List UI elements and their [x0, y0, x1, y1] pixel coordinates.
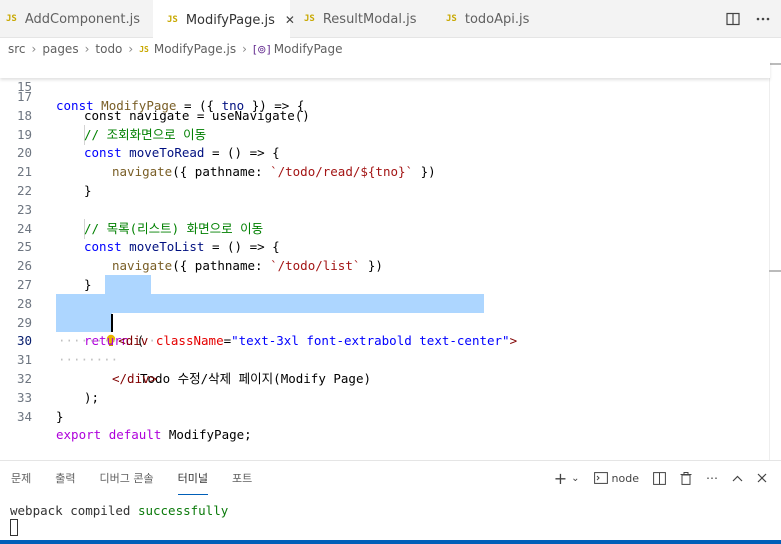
- code-token: }: [56, 408, 64, 424]
- code-token: default: [108, 427, 162, 443]
- breadcrumb-item-file[interactable]: ModifyPage.js: [154, 42, 236, 56]
- tab-addcomponent[interactable]: JS AddComponent.js: [0, 0, 148, 38]
- code-editor[interactable]: 15 const ModifyPage = ({ tno }) => { 17 …: [0, 60, 781, 460]
- breadcrumb-item-symbol[interactable]: ModifyPage: [274, 42, 343, 56]
- line-number: 34: [16, 408, 32, 424]
- tab-actions: [721, 0, 781, 38]
- terminal-text: webpack compiled: [10, 503, 138, 518]
- terminal-output[interactable]: webpack compiled successfully: [10, 503, 228, 518]
- terminal-name: node: [611, 471, 639, 485]
- chevron-right-icon: ›: [242, 42, 247, 56]
- terminal-status: successfully: [137, 503, 229, 518]
- code-token: export: [56, 427, 102, 443]
- tab-terminal[interactable]: 터미널: [177, 462, 208, 495]
- tab-label: ResultModal.js: [322, 11, 417, 27]
- chevron-up-icon[interactable]: [732, 475, 743, 482]
- code-line: 28 return (: [0, 276, 770, 349]
- code-line: 29 ········<div·className="text-3xl font…: [0, 295, 770, 349]
- tab-problems[interactable]: 문제: [11, 462, 31, 494]
- code-line: 32 );: [0, 351, 770, 405]
- close-icon[interactable]: [757, 473, 767, 483]
- tab-modifypage[interactable]: JS ModifyPage.js ✕: [153, 0, 295, 39]
- terminal-select[interactable]: node: [593, 471, 639, 485]
- tab-ports[interactable]: 포트: [232, 462, 252, 494]
- code-token: ModifyPage: [101, 97, 177, 113]
- code-line: 21 }: [0, 144, 770, 198]
- add-terminal-button[interactable]: +: [554, 469, 567, 488]
- js-file-icon: JS: [6, 14, 17, 24]
- tab-todoapi[interactable]: JS todoApi.js: [430, 0, 570, 38]
- js-file-icon: JS: [304, 14, 315, 24]
- code-token: = ({: [176, 97, 222, 113]
- code-token: ModifyPage;: [161, 427, 252, 443]
- code-token: tno: [221, 97, 245, 113]
- line-number: 15: [16, 78, 32, 94]
- chevron-right-icon: ›: [128, 42, 134, 56]
- vertical-scrollbar[interactable]: [769, 60, 781, 460]
- code-line: 31 </div>: [0, 332, 770, 386]
- code-line: 30 ········ Todo 수정/삭제 페이지(Modify Page): [0, 314, 770, 386]
- code-line: 34 export default ModifyPage;: [0, 389, 770, 443]
- terminal-cursor: [10, 519, 18, 536]
- split-terminal-icon[interactable]: [653, 471, 666, 485]
- trash-icon[interactable]: [680, 471, 692, 485]
- js-file-icon: JS: [446, 14, 457, 24]
- code-line: 26 }: [0, 238, 770, 292]
- js-file-icon: JS: [167, 15, 178, 25]
- editor-tab-bar: JS AddComponent.js JS ModifyPage.js ✕ JS…: [0, 0, 781, 39]
- more-actions-icon[interactable]: ⋯: [706, 471, 718, 485]
- tab-label: todoApi.js: [464, 11, 530, 27]
- code-line: 23 // 목록(리스트) 화면으로 이동: [0, 182, 770, 236]
- code-token: const: [56, 97, 94, 113]
- status-bar: [0, 540, 781, 544]
- symbol-variable-icon: [⊚]: [252, 42, 271, 56]
- sticky-scroll-header[interactable]: 15 const ModifyPage = ({ tno }) => {: [0, 60, 770, 113]
- text-cursor: [111, 314, 113, 332]
- chevron-right-icon: ›: [84, 42, 90, 56]
- code-token: }) => {: [244, 97, 305, 113]
- bottom-panel: 문제 출력 디버그 콘솔 터미널 포트 + ⌄ node ⋯ webpack c…: [0, 460, 781, 544]
- terminal-icon: [593, 472, 608, 484]
- breadcrumb: src › pages › todo › JS ModifyPage.js › …: [0, 38, 781, 60]
- code-line: 20 navigate({ pathname: `/todo/read/${tn…: [0, 126, 770, 179]
- breadcrumb-item-src[interactable]: src: [8, 42, 26, 56]
- code-line: 24 const moveToList = () => {: [0, 201, 770, 255]
- more-actions-icon[interactable]: [751, 7, 775, 31]
- tab-resultmodal[interactable]: JS ResultModal.js: [290, 0, 430, 38]
- overview-ruler-mark: [769, 63, 781, 65]
- split-editor-icon[interactable]: [721, 7, 745, 31]
- code-line: 27: [0, 257, 770, 292]
- code-line: 22: [0, 163, 770, 198]
- tab-label: AddComponent.js: [24, 11, 141, 27]
- tab-label: ModifyPage.js: [185, 12, 275, 28]
- tab-output[interactable]: 출력: [55, 462, 75, 494]
- code-line: 33 }: [0, 370, 770, 424]
- breadcrumb-item-todo[interactable]: todo: [95, 42, 122, 56]
- panel-actions: + ⌄ node ⋯: [554, 461, 781, 495]
- chevron-down-icon[interactable]: ⌄: [571, 473, 579, 484]
- js-file-icon: JS: [139, 44, 149, 54]
- code-line: 25 navigate({ pathname: `/todo/list` }): [0, 220, 770, 273]
- breadcrumb-item-pages[interactable]: pages: [42, 42, 78, 56]
- tab-debug-console[interactable]: 디버그 콘솔: [100, 462, 154, 494]
- chevron-right-icon: ›: [31, 42, 37, 56]
- overview-ruler-mark: [769, 270, 781, 272]
